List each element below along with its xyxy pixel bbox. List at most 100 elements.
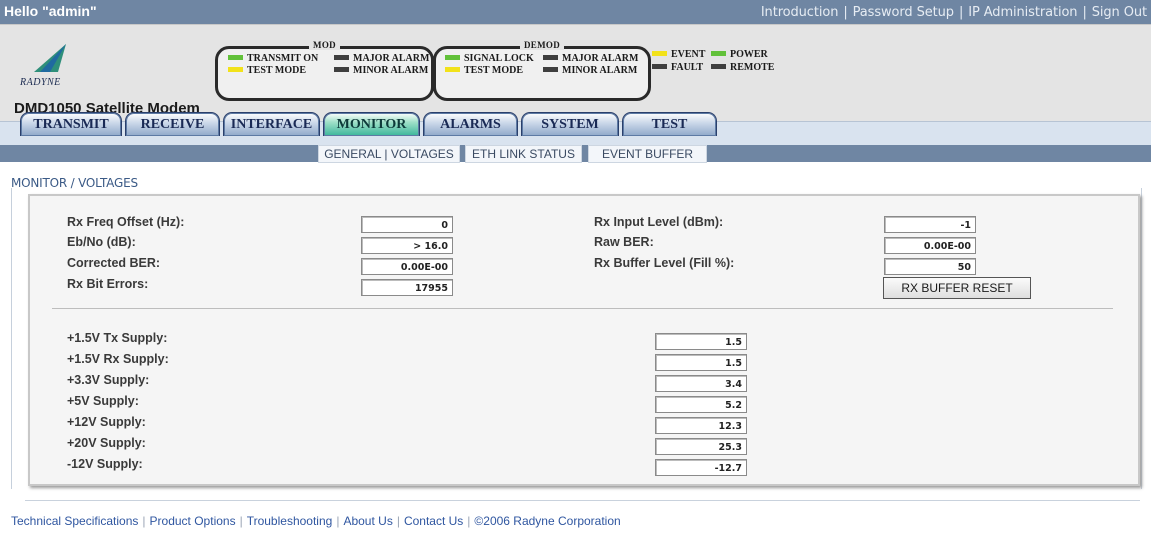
link-ip-administration[interactable]: IP Administration (968, 5, 1077, 20)
tab-receive[interactable]: RECEIVE (125, 112, 220, 136)
dark-led-icon (334, 67, 349, 73)
footer-divider (25, 500, 1140, 501)
led-demod-major-alarm: MAJOR ALARM (543, 53, 638, 65)
tab-interface[interactable]: INTERFACE (223, 112, 320, 136)
supply-3v3-value: 3.4 (655, 375, 747, 392)
dark-led-icon (711, 64, 726, 70)
green-led-icon (228, 55, 243, 61)
led-label: TEST MODE (464, 65, 523, 76)
supply-1v5-tx-value: 1.5 (655, 333, 747, 350)
demod-title: DEMOD (520, 40, 564, 50)
mod-title: MOD (309, 40, 340, 50)
copyright: ©2006 Radyne Corporation (474, 514, 621, 528)
supply-1v5-rx-value: 1.5 (655, 354, 747, 371)
led-mod-minor-alarm: MINOR ALARM (334, 65, 428, 77)
ebno-label: Eb/No (dB): (67, 235, 136, 249)
separator: | (336, 514, 340, 528)
led-label: EVENT (671, 49, 706, 60)
dark-led-icon (543, 67, 558, 73)
footer-link-about-us[interactable]: About Us (343, 514, 392, 528)
corrected-ber-label: Corrected BER: (67, 256, 161, 270)
footer-link-technical-specifications[interactable]: Technical Specifications (11, 514, 138, 528)
led-mod-test-mode: TEST MODE (228, 65, 306, 77)
subtab-event-buffer[interactable]: EVENT BUFFER (588, 145, 707, 163)
dark-led-icon (652, 64, 667, 70)
tab-transmit[interactable]: TRANSMIT (20, 112, 122, 136)
tab-test[interactable]: TEST (622, 112, 717, 136)
link-introduction[interactable]: Introduction (761, 5, 839, 20)
led-transmit-on: TRANSMIT ON (228, 53, 318, 65)
supply-20v-value: 25.3 (655, 438, 747, 455)
tab-system[interactable]: SYSTEM (521, 112, 619, 136)
dark-led-icon (543, 55, 558, 61)
link-password-setup[interactable]: Password Setup (853, 5, 954, 20)
separator: | (142, 514, 146, 528)
rx-bit-errors-value: 17955 (361, 279, 453, 296)
rx-buffer-level-label: Rx Buffer Level (Fill %): (594, 256, 735, 270)
footer-link-troubleshooting[interactable]: Troubleshooting (247, 514, 333, 528)
rx-freq-offset-value: 0 (361, 216, 453, 233)
led-label: MINOR ALARM (562, 65, 638, 76)
supply-1v5-tx-label: +1.5V Tx Supply: (67, 331, 168, 345)
user-greeting: Hello "admin" (4, 3, 97, 19)
tab-alarms[interactable]: ALARMS (423, 112, 518, 136)
logo-wordmark: RADYNE (20, 77, 61, 88)
top-nav: Introduction | Password Setup | IP Administr… (761, 5, 1147, 20)
supply-5v-value: 5.2 (655, 396, 747, 413)
led-signal-lock: SIGNAL LOCK (445, 53, 534, 65)
led-power: POWER (711, 49, 768, 61)
breadcrumb: MONITOR / VOLTAGES (11, 176, 138, 190)
green-led-icon (445, 55, 460, 61)
tab-monitor[interactable]: MONITOR (323, 112, 420, 136)
rx-input-level-value: -1 (884, 216, 976, 233)
footer: Technical Specifications | Product Options… (11, 514, 621, 528)
separator: | (396, 514, 400, 528)
rx-freq-offset-label: Rx Freq Offset (Hz): (67, 215, 185, 229)
separator: | (467, 514, 471, 528)
section-divider (52, 308, 1113, 309)
led-remote: REMOTE (711, 62, 774, 74)
demod-status-box: DEMOD SIGNAL LOCK MAJOR ALARM TEST MODE … (433, 40, 651, 101)
led-label: MAJOR ALARM (562, 53, 639, 64)
subtab-general-voltages[interactable]: GENERAL | VOLTAGES (318, 145, 460, 163)
led-label: SIGNAL LOCK (464, 53, 534, 64)
supply-1v5-rx-label: +1.5V Rx Supply: (67, 352, 169, 366)
led-label: TEST MODE (247, 65, 306, 76)
led-label: REMOTE (730, 62, 775, 73)
supply-20v-label: +20V Supply: (67, 436, 146, 450)
device-header: RADYNE DMD1050 Satellite Modem MOD TRANS… (0, 24, 1151, 122)
supply-3v3-label: +3.3V Supply: (67, 373, 150, 387)
separator: | (843, 5, 848, 20)
green-led-icon (711, 51, 726, 57)
dark-led-icon (334, 55, 349, 61)
top-bar: Hello "admin" Introduction | Password Setu… (0, 0, 1151, 24)
yellow-led-icon (228, 67, 243, 73)
led-label: TRANSMIT ON (247, 53, 319, 64)
subtab-eth-link-status[interactable]: ETH LINK STATUS (465, 145, 582, 163)
supply-neg12v-value: -12.7 (655, 459, 747, 476)
rx-buffer-reset-button[interactable]: RX BUFFER RESET (883, 277, 1031, 299)
led-demod-test-mode: TEST MODE (445, 65, 523, 77)
ebno-value: > 16.0 (361, 237, 453, 254)
led-label: POWER (730, 49, 768, 60)
raw-ber-value: 0.00E-00 (884, 237, 976, 254)
footer-link-product-options[interactable]: Product Options (150, 514, 236, 528)
yellow-led-icon (652, 51, 667, 57)
footer-link-contact-us[interactable]: Contact Us (404, 514, 463, 528)
supply-5v-label: +5V Supply: (67, 394, 139, 408)
rx-buffer-level-value: 50 (884, 258, 976, 275)
mod-status-box: MOD TRANSMIT ON MAJOR ALARM TEST MODE MI… (215, 40, 434, 101)
separator: | (958, 5, 964, 20)
link-sign-out[interactable]: Sign Out (1092, 5, 1147, 20)
separator: | (1082, 5, 1087, 20)
led-label: MAJOR ALARM (353, 53, 430, 64)
led-mod-major-alarm: MAJOR ALARM (334, 53, 429, 65)
supply-neg12v-label: -12V Supply: (67, 457, 143, 471)
led-event: EVENT (652, 49, 705, 61)
supply-12v-label: +12V Supply: (67, 415, 146, 429)
rx-input-level-label: Rx Input Level (dBm): (594, 215, 724, 229)
supply-12v-value: 12.3 (655, 417, 747, 434)
corrected-ber-value: 0.00E-00 (361, 258, 453, 275)
led-fault: FAULT (652, 62, 703, 74)
led-demod-minor-alarm: MINOR ALARM (543, 65, 637, 77)
